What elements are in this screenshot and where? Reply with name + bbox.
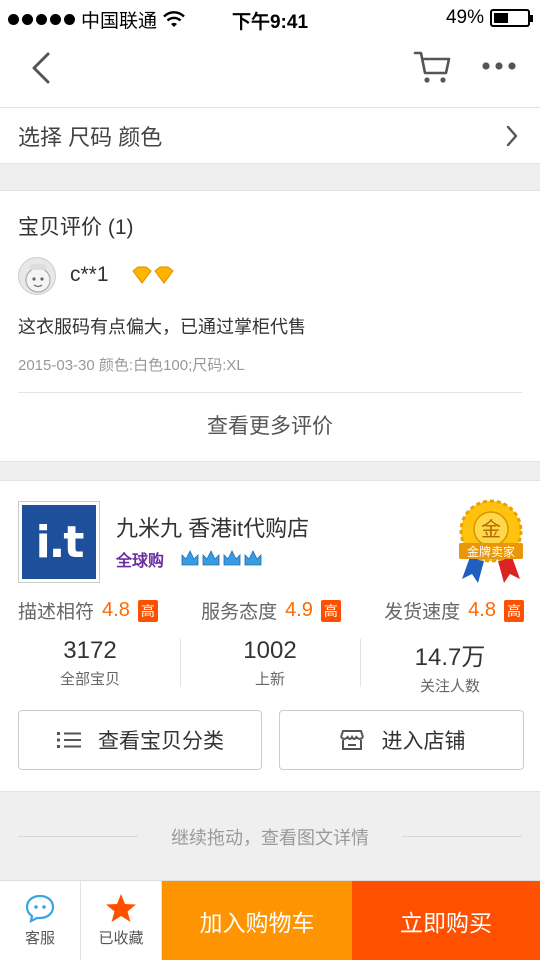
chevron-right-icon: [506, 125, 518, 147]
stat-label: 全部宝贝: [59, 671, 120, 688]
score-description: 描述相符 4.8 高: [18, 597, 158, 624]
score-value: 4.9: [285, 599, 313, 621]
list-icon: [57, 732, 81, 748]
stat-all-items[interactable]: 3172 全部宝贝: [0, 637, 180, 689]
more-icon[interactable]: [480, 56, 520, 76]
divider: [402, 836, 522, 837]
divider: [18, 392, 522, 393]
review-meta: 2015-03-30 颜色:白色100;尺码:XL: [18, 357, 245, 374]
stat-value: 1002: [243, 637, 297, 664]
star-icon: [106, 894, 136, 922]
review-text: 这衣服码有点偏大，已通过掌柜代售: [18, 317, 306, 337]
stat-label: 关注人数: [419, 678, 480, 695]
view-categories-label: 查看宝贝分类: [98, 730, 224, 753]
favorited-label: 已收藏: [98, 930, 144, 947]
score-value: 4.8: [468, 599, 496, 621]
diamond-level-icon: [132, 266, 174, 284]
cart-icon[interactable]: [412, 46, 452, 86]
shop-section: i.t 九米九 香港it代购店 全球购 金 金牌卖家 描述相符 4.8 高 服务…: [0, 481, 540, 791]
enter-shop-label: 进入店铺: [381, 730, 466, 753]
shop-scores: 描述相符 4.8 高 服务态度 4.9 高 发货速度 4.8 高: [0, 597, 540, 624]
stat-value: 14.7万: [414, 644, 486, 671]
back-icon[interactable]: [22, 48, 62, 88]
score-label: 发货速度: [384, 602, 461, 623]
customer-service-button[interactable]: 客服: [0, 881, 81, 960]
review-section: 宝贝评价 (1) c**1 这衣服码有点偏大，已通过掌柜代售 2015-03-3…: [0, 191, 540, 461]
score-value: 4.8: [102, 599, 130, 621]
view-more-reviews-button[interactable]: 查看更多评价: [0, 410, 540, 440]
enter-shop-button[interactable]: 进入店铺: [279, 710, 524, 770]
global-purchase-label: 全球购: [116, 553, 165, 570]
score-shipping: 发货速度 4.8 高: [384, 597, 524, 624]
shop-logo-text: i.t: [22, 505, 96, 579]
view-categories-button[interactable]: 查看宝贝分类: [18, 710, 262, 770]
score-tag: 高: [503, 599, 524, 622]
add-to-cart-button[interactable]: 加入购物车: [162, 881, 352, 960]
stat-label: 上新: [254, 671, 285, 688]
review-title: 宝贝评价 (1): [18, 216, 134, 239]
battery-icon: [490, 9, 533, 27]
status-bar: 中国联通 下午9:41 49%: [0, 0, 540, 36]
bottom-action-bar: 客服 已收藏 加入购物车 立即购买: [0, 880, 540, 960]
sku-label: 选择 尺码 颜色: [18, 125, 163, 150]
chat-bubble-icon: [25, 894, 55, 923]
score-tag: 高: [320, 599, 341, 622]
score-service: 服务态度 4.9 高: [201, 597, 341, 624]
shop-name[interactable]: 九米九 香港it代购店: [116, 511, 309, 543]
review-username: c**1: [70, 263, 109, 286]
drag-hint-area[interactable]: 继续拖动，查看图文详情: [0, 791, 540, 880]
sku-selector[interactable]: 选择 尺码 颜色: [0, 109, 540, 163]
section-spacer: [0, 461, 540, 481]
gold-seller-badge-icon: 金 金牌卖家: [459, 499, 523, 583]
battery-percent: 49%: [445, 7, 484, 28]
stat-followers[interactable]: 14.7万 关注人数: [360, 637, 540, 695]
drag-hint-text: 继续拖动，查看图文详情: [171, 828, 369, 848]
favorite-button[interactable]: 已收藏: [81, 881, 162, 960]
section-spacer: [0, 163, 540, 191]
score-tag: 高: [137, 599, 158, 622]
store-icon: [339, 730, 364, 750]
crown-level-icon: [180, 547, 266, 569]
score-label: 服务态度: [201, 602, 278, 623]
buy-now-button[interactable]: 立即购买: [352, 881, 540, 960]
shop-stats: 3172 全部宝贝 1002 上新 14.7万 关注人数: [0, 637, 540, 695]
service-label: 客服: [24, 930, 55, 947]
stat-new-items[interactable]: 1002 上新: [180, 637, 360, 689]
stat-value: 3172: [63, 637, 117, 664]
score-label: 描述相符: [18, 602, 95, 623]
nav-bar: [0, 36, 540, 108]
shop-logo[interactable]: i.t: [18, 501, 100, 583]
badge-label: 金牌卖家: [467, 544, 515, 559]
badge-char: 金: [481, 517, 501, 541]
avatar: [18, 257, 56, 295]
